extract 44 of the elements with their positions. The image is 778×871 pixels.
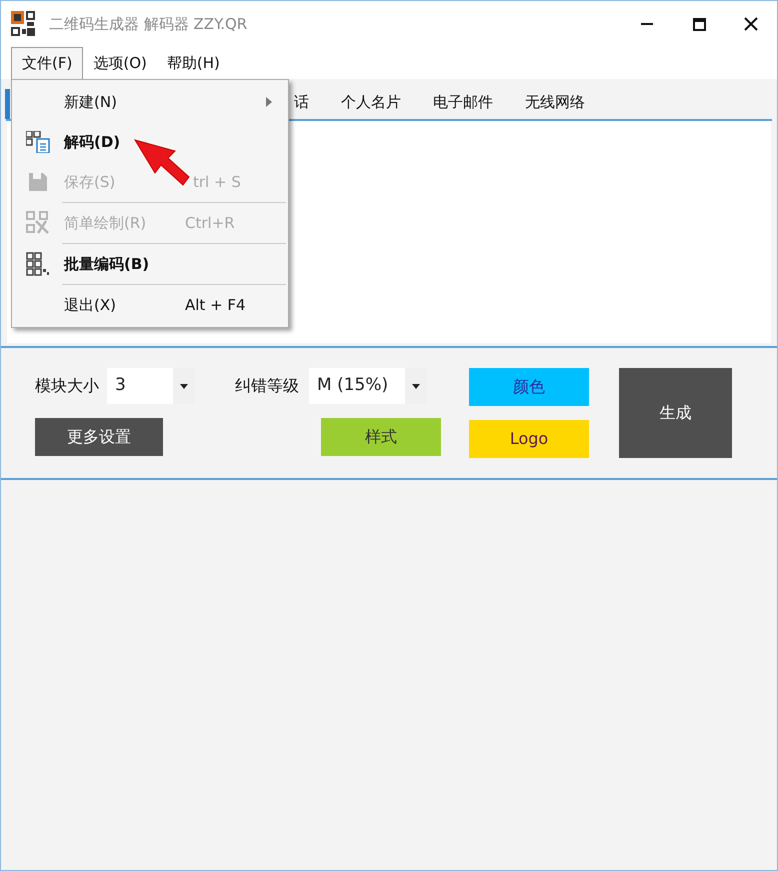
menu-item[interactable]: 解码(D) (12, 122, 288, 162)
shortcut-label: Alt + F4 (185, 294, 246, 316)
menu-item-label: 保存(S) (64, 172, 116, 193)
error-level-label: 纠错等级 (235, 375, 299, 397)
qr-document-icon (26, 131, 50, 153)
tab[interactable]: 无线网络 (525, 90, 585, 113)
shortcut-label: Ctrl+R (185, 212, 235, 234)
menu-item[interactable]: 批量编码(B) (12, 244, 288, 284)
dropdown-value: 3 (114, 374, 127, 398)
menu-item-label: 解码(D) (64, 132, 122, 153)
menu-item-label: 退出(X) (64, 294, 117, 316)
menu-item[interactable]: 退出(X) Alt + F4 (12, 285, 288, 325)
menu-bar-item[interactable]: 文件(F) (11, 47, 84, 79)
qr-logo-icon (11, 11, 35, 37)
shortcut-label: trl + S (193, 172, 241, 193)
menu-item[interactable]: 新建(N) (12, 82, 288, 122)
menu-item-label: 新建(N) (64, 92, 118, 113)
caret-icon (412, 384, 420, 388)
menu-bar-item[interactable]: 选项(O) (83, 47, 157, 79)
color-button[interactable]: 颜色 (469, 368, 589, 406)
submenu-arrow-icon (266, 97, 272, 107)
menu-item-label: 简单绘制(R) (64, 212, 148, 234)
caret-icon (180, 384, 188, 388)
close-icon (744, 17, 758, 31)
minimize-icon (641, 23, 653, 25)
selected-tab-edge (5, 89, 10, 119)
more-settings-button[interactable]: 更多设置 (35, 418, 163, 456)
annotation-arrow-drawing (133, 137, 191, 187)
maximize-icon (692, 18, 706, 30)
tab[interactable]: 话 (294, 90, 309, 113)
generate-button[interactable]: 生成 (619, 368, 732, 458)
dropdown-field[interactable]: M (15%) (309, 368, 427, 404)
logo-button[interactable]: Logo (469, 420, 589, 458)
dropdown-field[interactable]: 3 (107, 368, 195, 404)
module-size-label: 模块大小 (35, 375, 99, 397)
style-button[interactable]: 样式 (321, 418, 441, 456)
menu-bar-item[interactable]: 帮助(H) (156, 47, 230, 79)
tab[interactable]: 电子邮件 (433, 90, 493, 113)
dropdown-value: M (15%) (316, 374, 390, 398)
window-title: 二维码生成器 解码器 ZZY.QR (49, 14, 248, 35)
tab[interactable]: 个人名片 (341, 90, 401, 113)
menu-item-label: 批量编码(B) (64, 254, 150, 275)
qr-grid-icon (26, 252, 50, 276)
qr-pen-icon (26, 211, 50, 235)
